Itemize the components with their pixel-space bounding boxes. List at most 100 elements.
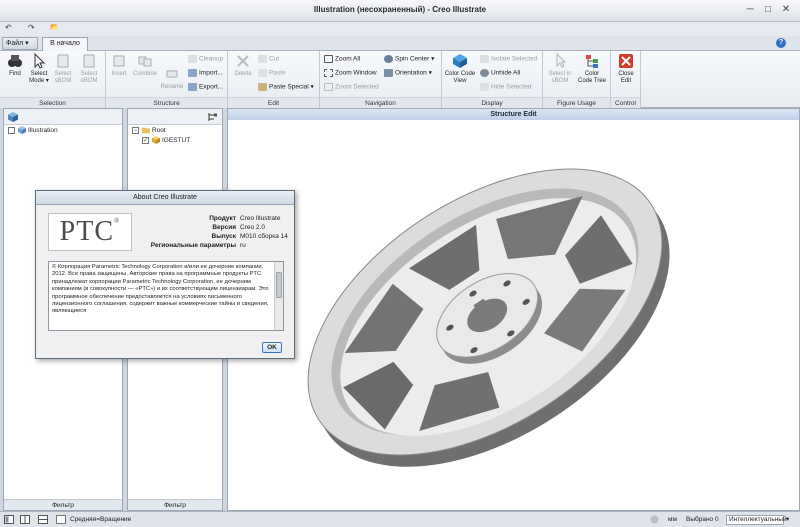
cleanup-icon <box>188 55 197 63</box>
delete-button[interactable]: Delete <box>231 53 255 78</box>
ribbon-tabs: Файл ▾ В начало ? <box>0 36 800 52</box>
help-icon[interactable]: ? <box>776 38 786 48</box>
tab-home[interactable]: В начало <box>42 37 88 52</box>
open-icon[interactable]: 📂 <box>50 23 59 31</box>
import-button[interactable]: Import... <box>188 69 223 78</box>
wheel-model[interactable] <box>228 120 800 511</box>
delete-icon <box>237 55 249 67</box>
zoom-window-icon <box>324 69 333 77</box>
group-structure: Insert Combine Rename Cleanup Import... … <box>106 51 228 108</box>
selected-count-text: Выбрано 0 <box>686 516 719 523</box>
minimize-button[interactable]: ─ <box>742 3 758 17</box>
tree-item-root[interactable]: − Root <box>132 126 166 135</box>
build-label: Выпуск <box>211 233 237 240</box>
grid-view-icon[interactable] <box>38 515 48 524</box>
find-label: Find <box>9 71 21 77</box>
spin-center-button[interactable]: Spin Center ▾ <box>384 55 434 64</box>
group-edit: Delete Cut Paste Paste Special ▾ Edit <box>228 51 320 108</box>
binoculars-icon <box>8 55 22 67</box>
license-scrollbar[interactable] <box>274 262 283 330</box>
undo-icon[interactable]: ↶ <box>5 23 12 32</box>
sbom-icon <box>57 54 69 68</box>
rename-label: Rename <box>160 84 184 90</box>
color-code-tree-button[interactable]: Color Code Tree <box>577 53 607 85</box>
close-edit-button[interactable]: Close Edit <box>614 53 638 85</box>
illustration-filter[interactable]: Фильтр <box>4 499 122 510</box>
build-value: M010 сборка 14 <box>240 233 288 240</box>
selection-filter-dropdown[interactable]: Интеллектуальный <box>726 515 787 525</box>
about-dialog-title: About Creo Illustrate <box>36 191 294 205</box>
group-figure-usage: Select in sBOM Color Code Tree Figure Us… <box>543 51 611 108</box>
cleanup-button[interactable]: Cleanup <box>188 55 223 64</box>
zoom-all-button[interactable]: Zoom All <box>324 55 360 64</box>
scrollbar-thumb[interactable] <box>276 272 282 298</box>
export-button[interactable]: Export... <box>188 83 223 92</box>
viewport-title: Structure Edit <box>228 109 799 120</box>
orientation-label: Orientation ▾ <box>395 69 432 77</box>
hide-selected-label: Hide Selected <box>491 83 532 91</box>
select-ebom-label: Select eBOM <box>80 71 98 84</box>
isolate-selected-button[interactable]: Isolate Selected <box>480 55 537 64</box>
insert-button[interactable]: Insert <box>108 53 130 78</box>
zoom-selected-button[interactable]: Zoom Selected <box>324 83 379 92</box>
paste-special-button[interactable]: Paste Special ▾ <box>258 83 314 92</box>
find-button[interactable]: Find <box>4 53 26 78</box>
cut-button[interactable]: Cut <box>258 55 279 64</box>
igestut-checkbox[interactable]: ✓ <box>142 136 149 144</box>
tree-item-illustration[interactable]: Illustration <box>8 126 58 135</box>
color-code-view-button[interactable]: Color Code View <box>444 53 476 85</box>
zoom-all-icon <box>324 55 333 63</box>
combine-label: Combine <box>132 71 157 77</box>
unhide-all-button[interactable]: Unhide All <box>480 69 520 78</box>
illustration-checkbox[interactable] <box>8 126 15 134</box>
orientation-icon <box>384 69 393 77</box>
combine-button[interactable]: Combine <box>132 53 158 78</box>
tree-settings-icon[interactable] <box>208 112 218 122</box>
ebom-icon <box>83 54 95 68</box>
cube-icon <box>8 112 18 122</box>
tab-file[interactable]: Файл ▾ <box>2 37 38 50</box>
layout-icon[interactable] <box>4 515 14 524</box>
rename-button[interactable]: Rename <box>160 66 184 91</box>
status-indicator-icon <box>650 515 659 524</box>
3d-viewport[interactable]: Structure Edit <box>227 108 800 511</box>
select-sbom-button[interactable]: Select sBOM <box>52 53 74 85</box>
license-text: © Корпорация Parametric Technology Corpo… <box>52 264 269 315</box>
delete-label: Delete <box>234 71 252 77</box>
window-title: Illustration (несохраненный) - Creo Illu… <box>313 5 487 14</box>
select-in-sbom-button[interactable]: Select in sBOM <box>546 53 574 85</box>
select-ebom-button[interactable]: Select eBOM <box>78 53 100 85</box>
redo-icon[interactable]: ↷ <box>28 23 35 32</box>
chevron-down-icon[interactable]: ▾ <box>786 515 789 523</box>
clipboard-icon <box>258 83 267 91</box>
insert-icon <box>113 55 125 67</box>
close-window-button[interactable]: ✕ <box>778 3 794 17</box>
select-mode-button[interactable]: Select Mode ▾ <box>28 53 50 85</box>
color-code-view-label: Color Code View <box>444 71 476 84</box>
version-label: Версия <box>212 224 236 231</box>
collapse-toggle[interactable]: − <box>132 126 139 134</box>
illustration-label: Illustration <box>28 127 58 134</box>
split-view-icon[interactable] <box>20 515 30 524</box>
cube-icon <box>18 126 26 135</box>
tree-item-igestut[interactable]: ✓ IGESTUT <box>142 136 190 145</box>
import-label: Import... <box>199 69 223 77</box>
zoom-selected-icon <box>324 83 333 91</box>
paste-button[interactable]: Paste <box>258 69 286 78</box>
locale-value: ru <box>240 242 246 249</box>
locale-label: Региональные параметры <box>150 242 236 249</box>
ok-button[interactable]: OK <box>262 342 282 353</box>
license-textbox[interactable]: © Корпорация Parametric Technology Corpo… <box>48 261 284 331</box>
unhide-icon <box>480 69 489 77</box>
scissors-icon <box>258 55 267 63</box>
paste-label: Paste <box>269 69 286 77</box>
maximize-button[interactable]: □ <box>760 3 776 17</box>
hide-selected-button[interactable]: Hide Selected <box>480 83 531 92</box>
close-edit-label: Close Edit <box>618 71 634 84</box>
cursor-icon <box>34 53 46 69</box>
zoom-window-button[interactable]: Zoom Window <box>324 69 377 78</box>
info-row-version: Версия Creo 2.0 <box>116 224 265 232</box>
group-label-selection: Selection <box>0 97 105 108</box>
orientation-button[interactable]: Orientation ▾ <box>384 69 432 78</box>
tree-filter[interactable]: Фильтр <box>128 499 222 510</box>
